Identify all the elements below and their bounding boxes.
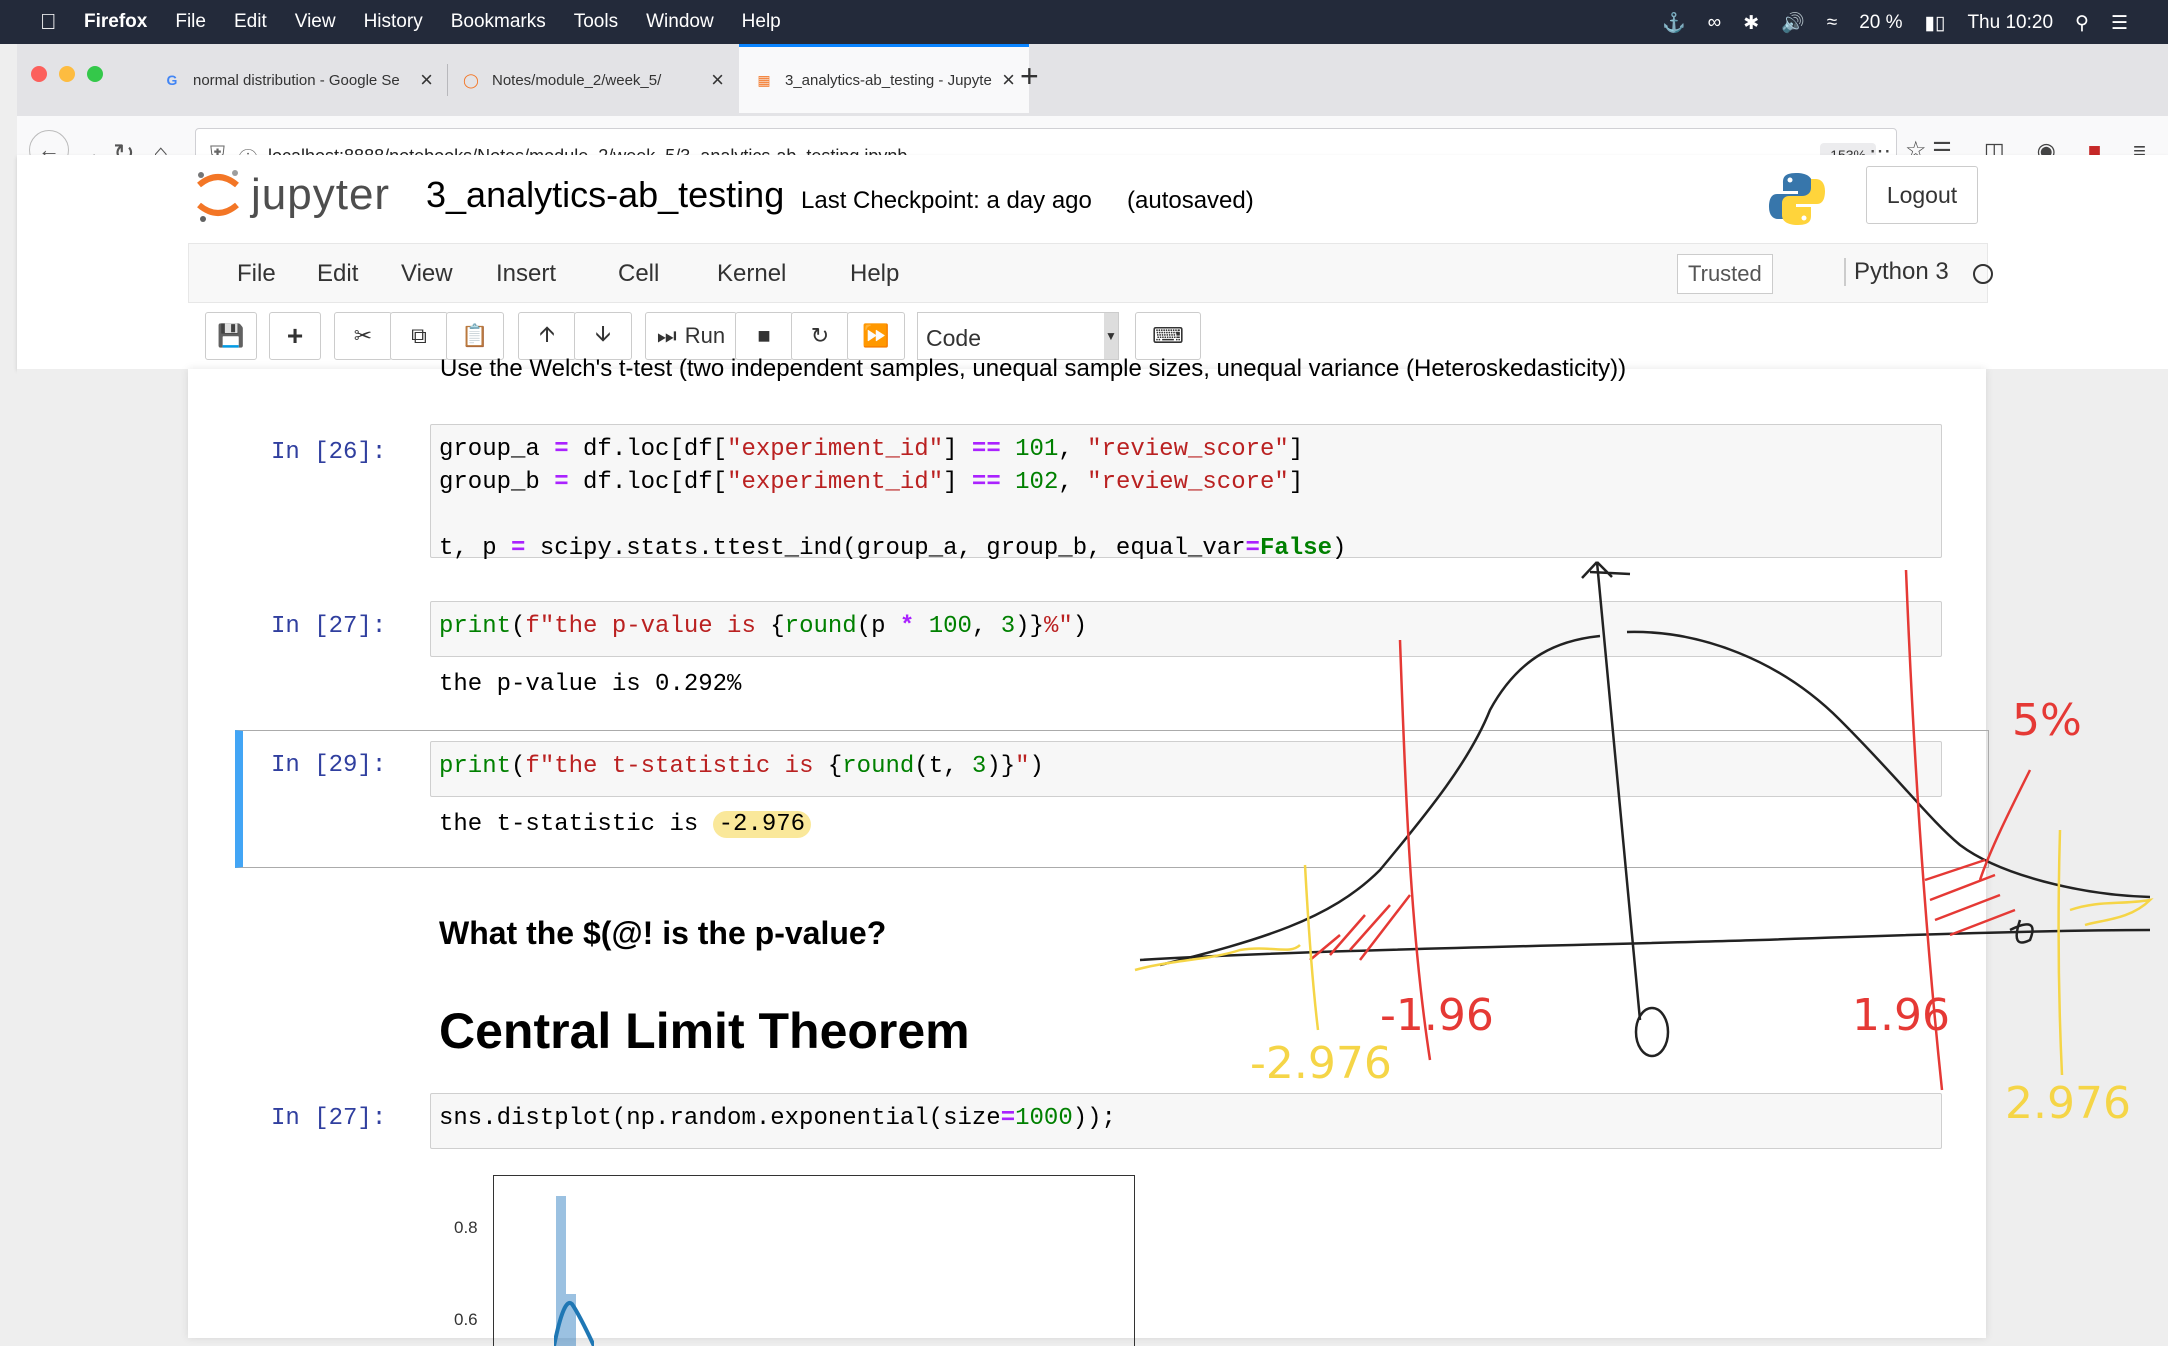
output-prefix: the t-statistic is xyxy=(439,811,713,838)
menu-kernel[interactable]: Kernel xyxy=(717,260,786,288)
kernel-name[interactable]: Python 3 xyxy=(1844,258,1949,286)
mac-menu-view[interactable]: View xyxy=(295,11,336,33)
jupyter-wordmark: jupyter xyxy=(251,170,391,219)
cell-type-select[interactable]: Code ▼ xyxy=(917,312,1119,360)
tab-title: Notes/module_2/week_5/ xyxy=(492,71,662,89)
keyboard-icon[interactable]: ⌨ xyxy=(1135,312,1201,360)
interrupt-icon[interactable]: ■ xyxy=(735,312,793,360)
mac-menu-edit[interactable]: Edit xyxy=(234,11,267,33)
macos-menu-bar:  Firefox File Edit View History Bookmar… xyxy=(0,0,2168,44)
restart-run-all-icon[interactable]: ⏩ xyxy=(847,312,905,360)
cell-prompt: In [27]: xyxy=(271,1105,387,1132)
wifi-icon[interactable]: ≈ xyxy=(1827,12,1837,34)
mac-menu-file[interactable]: File xyxy=(175,11,206,33)
run-label: Run xyxy=(684,323,726,348)
logout-button[interactable]: Logout xyxy=(1866,166,1978,224)
apple-icon[interactable]:  xyxy=(40,9,57,35)
notebook-area: Use the Welch's t-test (two independent … xyxy=(17,355,2168,1346)
python-logo-icon xyxy=(1769,173,1825,225)
browser-tab-google[interactable]: G normal distribution - Google Se × xyxy=(163,44,447,116)
run-button[interactable]: ⏭ Run xyxy=(645,312,737,360)
code-cell-input[interactable]: print(f"the p-value is {round(p * 100, 3… xyxy=(430,601,1942,657)
close-tab-icon[interactable]: × xyxy=(1002,67,1015,93)
bluetooth-icon[interactable]: ✱ xyxy=(1743,12,1759,35)
notification-center-icon[interactable]: ☰ xyxy=(2111,12,2128,35)
heading-p-value: What the $(@! is the p-value? xyxy=(439,915,887,951)
jupyter-logo[interactable]: jupyter xyxy=(195,167,390,223)
notebook-menu-bar: File Edit View Insert Cell Kernel Help T… xyxy=(188,243,1993,303)
autosave-status: (autosaved) xyxy=(1127,187,1254,214)
cell-output: the p-value is 0.292% xyxy=(439,671,742,698)
restart-icon[interactable]: ↻ xyxy=(791,312,849,360)
mac-menu-app[interactable]: Firefox xyxy=(84,11,147,33)
volume-icon[interactable]: 🔊 xyxy=(1781,11,1805,35)
heading-central-limit-theorem: Central Limit Theorem xyxy=(439,1003,970,1059)
menu-view[interactable]: View xyxy=(401,260,453,288)
browser-tab-notes[interactable]: ◯ Notes/module_2/week_5/ × xyxy=(448,44,738,116)
last-checkpoint: Last Checkpoint: a day ago xyxy=(801,187,1092,214)
cell-prompt: In [27]: xyxy=(271,613,387,640)
chevron-down-icon: ▼ xyxy=(1104,313,1118,359)
battery-percent[interactable]: 20 % xyxy=(1859,12,1902,34)
close-tab-icon[interactable]: × xyxy=(420,67,433,93)
notebook-page: Use the Welch's t-test (two independent … xyxy=(188,355,1989,1346)
menu-edit[interactable]: Edit xyxy=(317,260,358,288)
docker-icon[interactable]: ⚓ xyxy=(1662,11,1686,35)
move-up-icon[interactable]: 🡩 xyxy=(518,312,576,360)
trusted-badge[interactable]: Trusted xyxy=(1677,254,1773,294)
tab-title: normal distribution - Google Se xyxy=(193,71,400,89)
copy-icon[interactable]: ⧉ xyxy=(390,312,448,360)
cell-type-value: Code xyxy=(926,325,981,351)
window-controls xyxy=(31,66,103,82)
cut-icon[interactable]: ✂ xyxy=(334,312,392,360)
move-down-icon[interactable]: 🡫 xyxy=(574,312,632,360)
close-window-button[interactable] xyxy=(31,66,47,82)
cell-output: the t-statistic is -2.976 xyxy=(439,811,812,838)
close-tab-icon[interactable]: × xyxy=(711,67,724,93)
clock[interactable]: Thu 10:20 xyxy=(1967,12,2053,34)
jupyter-spinner-icon: ◯ xyxy=(463,71,479,88)
battery-icon: ▮▯ xyxy=(1924,12,1946,34)
partial-markdown-text: Use the Welch's t-test (two independent … xyxy=(440,355,1627,382)
code-cell-input[interactable]: group_a = df.loc[df["experiment_id"] == … xyxy=(430,424,1942,562)
distplot-output xyxy=(493,1175,1135,1346)
menu-file[interactable]: File xyxy=(237,260,276,288)
google-icon: G xyxy=(166,72,178,88)
mac-app-menu: Firefox File Edit View History Bookmarks… xyxy=(84,11,809,33)
minimize-window-button[interactable] xyxy=(59,66,75,82)
mac-menu-bookmarks[interactable]: Bookmarks xyxy=(451,11,546,33)
paste-icon[interactable]: 📋 xyxy=(446,312,504,360)
mac-menu-history[interactable]: History xyxy=(364,11,423,33)
menu-help[interactable]: Help xyxy=(850,260,899,288)
new-tab-icon[interactable]: + xyxy=(1020,58,1039,95)
jupyter-header: jupyter 3_analytics-ab_testing Last Chec… xyxy=(17,155,2168,369)
insert-cell-icon[interactable]: + xyxy=(269,312,321,360)
run-icon: ⏭ xyxy=(656,323,677,348)
tab-title: 3_analytics-ab_testing - Jupyte xyxy=(785,71,992,89)
menu-cell[interactable]: Cell xyxy=(618,260,659,288)
kde-curve xyxy=(554,1300,594,1346)
code-cell-input[interactable]: sns.distplot(np.random.exponential(size=… xyxy=(430,1093,1942,1149)
jupyter-notebook-icon: ▦ xyxy=(757,71,771,88)
mac-menu-tools[interactable]: Tools xyxy=(574,11,618,33)
browser-tab-active[interactable]: ▦ 3_analytics-ab_testing - Jupyte × xyxy=(739,44,1029,113)
y-tick-label: 0.8 xyxy=(454,1218,478,1237)
kernel-status-icon xyxy=(1973,264,1993,284)
mac-menu-help[interactable]: Help xyxy=(742,11,781,33)
y-tick-label: 0.6 xyxy=(454,1310,478,1329)
save-icon[interactable]: 💾 xyxy=(205,312,257,360)
menu-insert[interactable]: Insert xyxy=(496,260,556,288)
spotlight-search-icon[interactable]: ⚲ xyxy=(2075,12,2089,35)
mac-status-area: ⚓ ∞ ✱ 🔊 ≈ 20 % ▮▯ Thu 10:20 ⚲ ☰ xyxy=(1662,11,2128,35)
code-cell-input[interactable]: print(f"the t-statistic is {round(t, 3)}… xyxy=(430,741,1942,797)
t-statistic-value: -2.976 xyxy=(712,811,812,838)
cell-prompt: In [26]: xyxy=(271,439,387,466)
browser-tab-strip: G normal distribution - Google Se × ◯ No… xyxy=(17,44,2168,117)
zoom-window-button[interactable] xyxy=(87,66,103,82)
notebook-name[interactable]: 3_analytics-ab_testing xyxy=(426,174,784,216)
cell-prompt: In [29]: xyxy=(271,752,387,779)
mac-menu-window[interactable]: Window xyxy=(646,11,714,33)
glasses-icon[interactable]: ∞ xyxy=(1708,12,1722,34)
jupyter-logo-icon xyxy=(197,170,239,222)
